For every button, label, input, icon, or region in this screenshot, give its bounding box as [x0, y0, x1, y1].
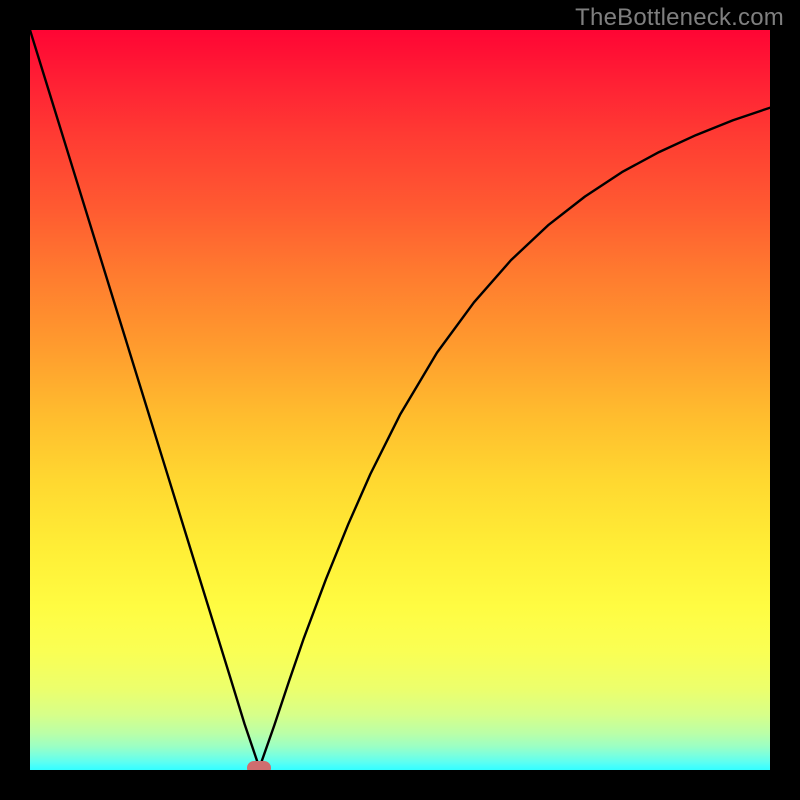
plot-area — [30, 30, 770, 770]
chart-frame: TheBottleneck.com — [0, 0, 800, 800]
watermark-text: TheBottleneck.com — [575, 4, 784, 32]
minimum-marker — [247, 761, 271, 770]
bottleneck-curve — [30, 30, 770, 770]
